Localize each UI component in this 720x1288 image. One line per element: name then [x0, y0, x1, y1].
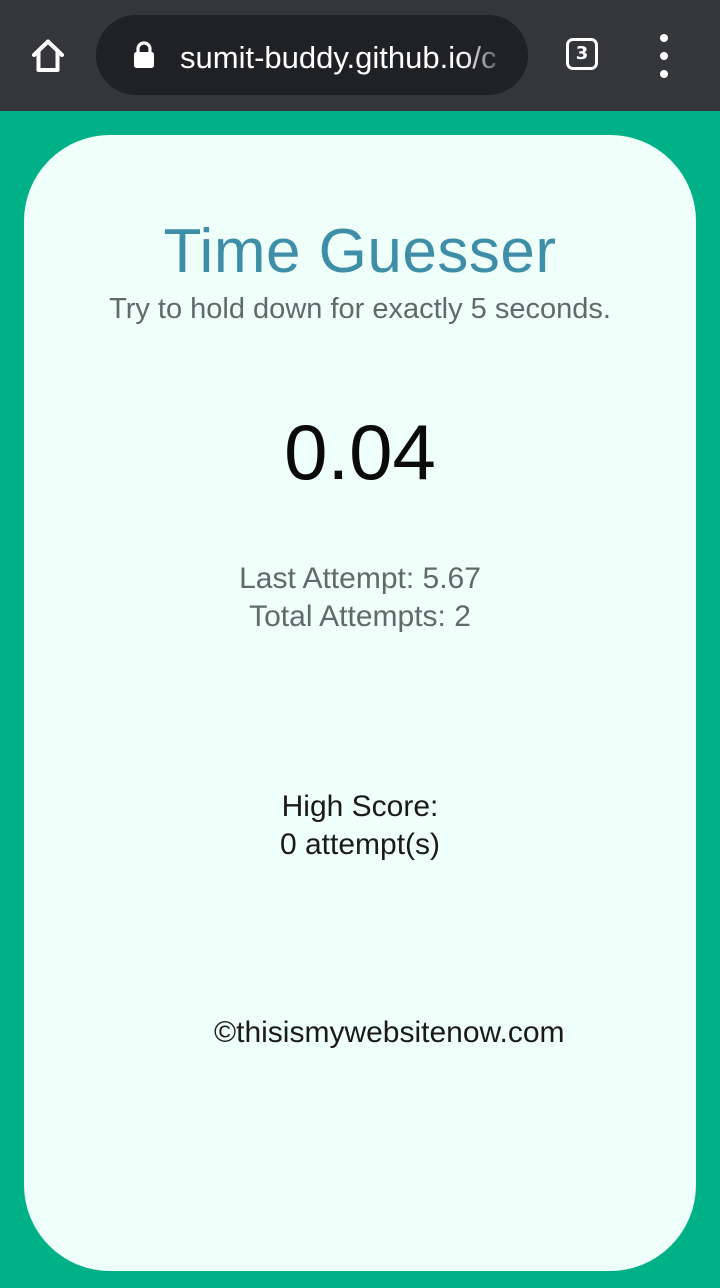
total-attempts-text: Total Attempts: 2 — [249, 600, 471, 633]
lock-icon — [134, 41, 154, 68]
home-button[interactable] — [24, 32, 72, 80]
high-score-value: 0 attempt(s) — [279, 828, 441, 861]
footer-link[interactable]: ©thisismywebsitenow.com — [214, 1014, 565, 1052]
high-score-label: High Score: — [281, 790, 439, 823]
home-icon — [32, 39, 64, 72]
timer-display: 0.04 — [284, 408, 436, 496]
more-vert-icon[interactable] — [648, 34, 680, 78]
menu-dot — [660, 34, 668, 42]
menu-dot — [660, 70, 668, 78]
instructions-text: Try to hold down for exactly 5 seconds. — [109, 293, 611, 325]
browser-toolbar: sumit-buddy.github.io/c 3 — [0, 0, 720, 111]
page-title: Time Guesser — [163, 217, 557, 286]
last-attempt-text: Last Attempt: 5.67 — [239, 562, 481, 595]
url-text[interactable]: sumit-buddy.github.io/c — [180, 36, 510, 80]
menu-dot — [660, 52, 668, 60]
tab-switcher-icon[interactable]: 3 — [566, 38, 598, 70]
